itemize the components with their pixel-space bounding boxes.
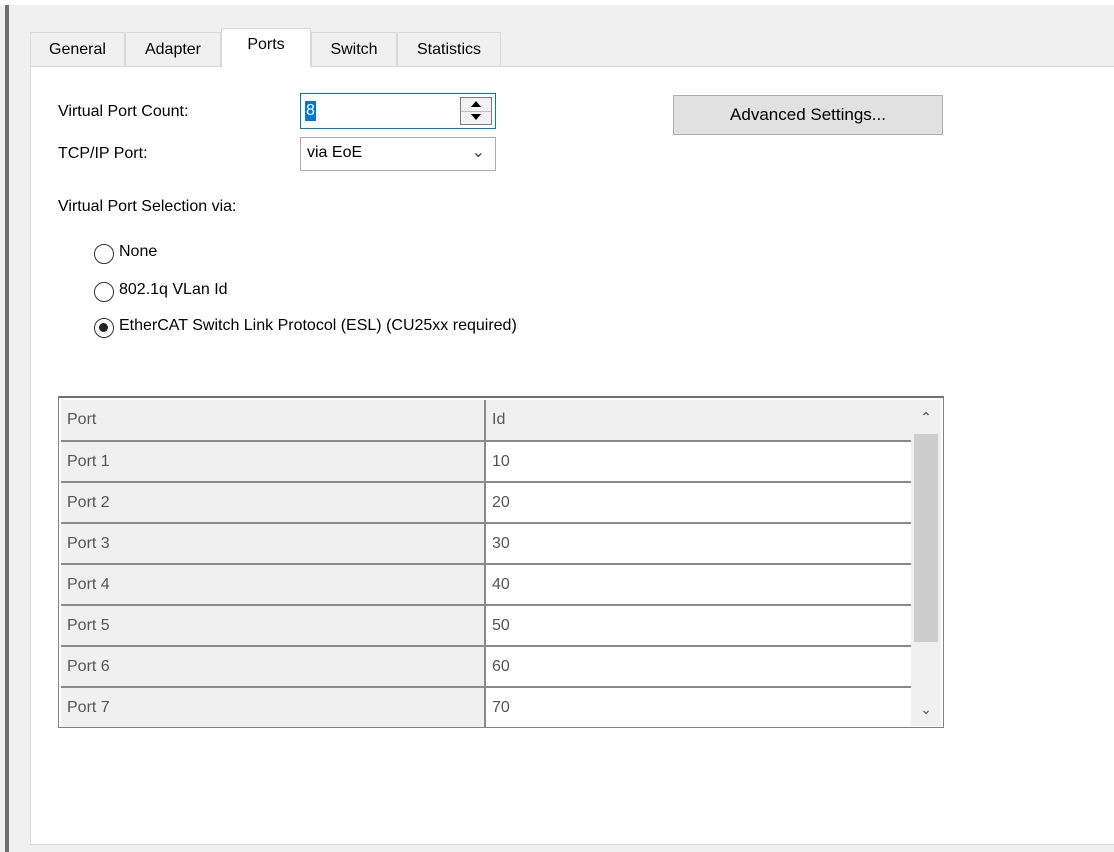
tcpip-port-label: TCP/IP Port: bbox=[58, 145, 148, 162]
chevron-up-icon[interactable]: ⌃ bbox=[911, 400, 941, 434]
triangle-down-icon bbox=[471, 114, 481, 120]
table-row[interactable]: Port 3 30 bbox=[61, 523, 911, 565]
id-cell[interactable]: 50 bbox=[485, 605, 911, 647]
id-cell[interactable]: 40 bbox=[485, 564, 911, 606]
scrollbar-thumb[interactable] bbox=[914, 434, 938, 642]
tcpip-port-select[interactable]: via EoE ⌄ bbox=[300, 137, 496, 171]
table-row[interactable]: Port 7 70 bbox=[61, 687, 911, 727]
radio-circle-icon[interactable] bbox=[94, 282, 114, 302]
id-cell[interactable]: 70 bbox=[485, 687, 911, 727]
port-id-grid: Port Id Port 1 10 Port 2 20 Port 3 30 Po… bbox=[58, 396, 944, 728]
tcpip-port-value: via EoE bbox=[307, 144, 363, 161]
window-left-border bbox=[5, 5, 9, 852]
port-cell: Port 5 bbox=[61, 605, 486, 647]
radio-label: EtherCAT Switch Link Protocol (ESL) (CU2… bbox=[119, 317, 517, 334]
port-cell: Port 7 bbox=[61, 687, 486, 727]
id-cell[interactable]: 30 bbox=[485, 523, 911, 565]
spin-down-button[interactable] bbox=[461, 111, 491, 124]
port-selection-label: Virtual Port Selection via: bbox=[58, 198, 237, 215]
column-header-id[interactable]: Id bbox=[485, 400, 911, 442]
port-cell: Port 4 bbox=[61, 564, 486, 606]
triangle-up-icon bbox=[471, 101, 481, 107]
port-cell: Port 2 bbox=[61, 482, 486, 524]
table-row[interactable]: Port 4 40 bbox=[61, 564, 911, 606]
port-cell: Port 6 bbox=[61, 646, 486, 688]
virtual-port-count-value[interactable]: 8 bbox=[305, 101, 316, 121]
radio-circle-icon[interactable] bbox=[94, 244, 114, 264]
radio-label: None bbox=[119, 243, 158, 260]
window-top-edge bbox=[0, 0, 1114, 5]
id-cell[interactable]: 10 bbox=[485, 441, 911, 483]
spin-up-button[interactable] bbox=[461, 98, 491, 112]
port-id-table: Port Id Port 1 10 Port 2 20 Port 3 30 Po… bbox=[61, 400, 911, 727]
port-cell: Port 3 bbox=[61, 523, 486, 565]
id-cell[interactable]: 60 bbox=[485, 646, 911, 688]
id-cell[interactable]: 20 bbox=[485, 482, 911, 524]
table-row[interactable]: Port 2 20 bbox=[61, 482, 911, 524]
tab-general[interactable]: General bbox=[30, 32, 125, 66]
column-header-port[interactable]: Port bbox=[61, 400, 486, 442]
tab-switch[interactable]: Switch bbox=[311, 32, 397, 66]
table-row[interactable]: Port 6 60 bbox=[61, 646, 911, 688]
spinner-buttons bbox=[460, 97, 492, 125]
chevron-down-icon: ⌄ bbox=[471, 144, 485, 161]
radio-selected-dot bbox=[99, 323, 108, 332]
table-row[interactable]: Port 5 50 bbox=[61, 605, 911, 647]
port-cell: Port 1 bbox=[61, 441, 486, 483]
radio-label: 802.1q VLan Id bbox=[119, 281, 228, 298]
tab-adapter[interactable]: Adapter bbox=[125, 32, 221, 66]
table-row[interactable]: Port 1 10 bbox=[61, 441, 911, 483]
vertical-scrollbar[interactable]: ⌃ ⌄ bbox=[911, 400, 941, 726]
tab-statistics[interactable]: Statistics bbox=[397, 32, 501, 66]
radio-circle-icon[interactable] bbox=[94, 318, 114, 338]
chevron-down-icon[interactable]: ⌄ bbox=[911, 692, 941, 726]
advanced-settings-button[interactable]: Advanced Settings... bbox=[673, 95, 943, 135]
tab-ports[interactable]: Ports bbox=[221, 28, 311, 68]
virtual-port-count-label: Virtual Port Count: bbox=[58, 103, 189, 120]
virtual-port-count-spinner[interactable]: 8 bbox=[300, 93, 496, 129]
table-header-row: Port Id bbox=[61, 400, 911, 442]
